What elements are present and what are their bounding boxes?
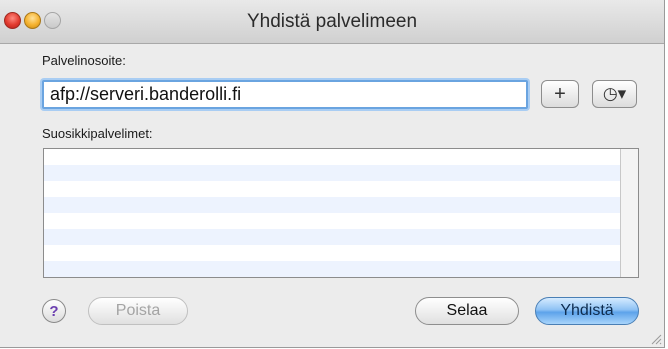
list-row	[44, 197, 638, 213]
question-mark-icon: ?	[49, 302, 59, 320]
clock-dropdown-icon: ◷▾	[602, 84, 627, 103]
plus-icon: +	[554, 82, 566, 105]
list-row	[44, 149, 638, 165]
help-button[interactable]: ?	[42, 299, 66, 323]
title-bar[interactable]: Yhdistä palvelimeen	[0, 0, 664, 44]
remove-button[interactable]: Poista	[88, 297, 188, 325]
list-row	[44, 229, 638, 245]
list-row	[44, 181, 638, 197]
favorite-servers-list[interactable]	[43, 148, 639, 278]
add-favorite-button[interactable]: +	[541, 80, 579, 108]
list-row	[44, 245, 638, 261]
recent-servers-button[interactable]: ◷▾	[592, 80, 637, 108]
server-address-label: Palvelinosoite:	[42, 53, 126, 68]
browse-button[interactable]: Selaa	[415, 297, 519, 325]
connect-to-server-window: Yhdistä palvelimeen Palvelinosoite: afp:…	[0, 0, 665, 348]
server-address-input[interactable]: afp://serveri.banderolli.fi	[42, 80, 528, 109]
window-title: Yhdistä palvelimeen	[246, 11, 418, 32]
connect-button[interactable]: Yhdistä	[535, 297, 639, 325]
list-row	[44, 261, 638, 277]
list-row	[44, 165, 638, 181]
favorite-servers-label: Suosikkipalvelimet:	[42, 126, 153, 141]
resize-grip-icon[interactable]	[650, 333, 662, 345]
list-scrollbar[interactable]	[620, 149, 638, 277]
list-row	[44, 213, 638, 229]
